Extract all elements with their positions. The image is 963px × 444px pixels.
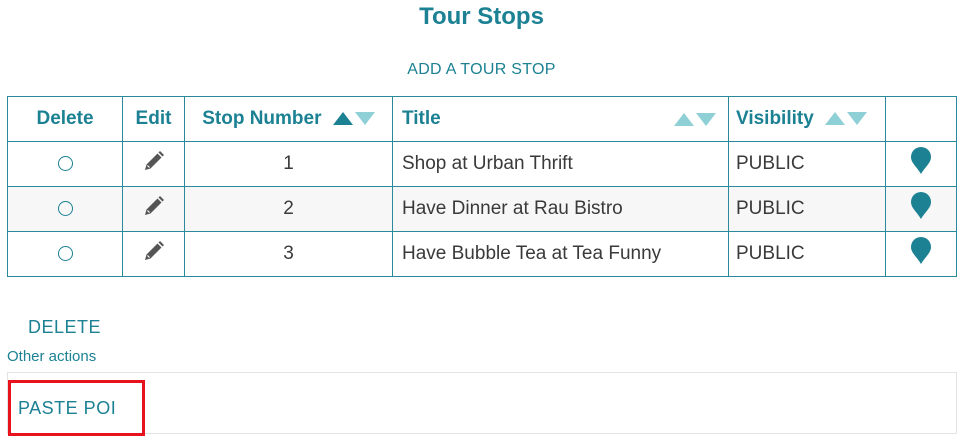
column-header-stop-number[interactable]: Stop Number (184, 96, 393, 142)
edit-cell (122, 186, 185, 232)
page-title: Tour Stops (419, 3, 544, 30)
location-cell (885, 186, 957, 232)
tour-stops-table: Delete Edit Stop Number Title Visibility… (7, 96, 957, 277)
stop-number-cell: 3 (184, 231, 393, 277)
table-header-row: Delete Edit Stop Number Title Visibility (7, 96, 957, 142)
location-cell (885, 231, 957, 277)
pencil-icon[interactable] (142, 194, 166, 224)
map-pin-icon[interactable] (910, 192, 932, 226)
map-pin-icon[interactable] (910, 237, 932, 271)
title-cell: Have Bubble Tea at Tea Funny (392, 231, 729, 277)
stop-number-cell: 1 (184, 141, 393, 187)
column-header-visibility[interactable]: Visibility (728, 96, 886, 142)
column-header-edit: Edit (122, 96, 185, 142)
sort-descending-icon[interactable] (847, 112, 868, 126)
delete-radio[interactable] (57, 201, 73, 217)
column-header-delete: Delete (7, 96, 123, 142)
paste-poi-button[interactable]: PASTE POI (8, 380, 145, 436)
edit-cell (122, 231, 185, 277)
visibility-cell: PUBLIC (728, 186, 886, 232)
sort-descending-icon[interactable] (354, 112, 375, 126)
delete-cell (7, 186, 123, 232)
delete-button[interactable]: DELETE (28, 317, 101, 338)
table-row: 1 Shop at Urban Thrift PUBLIC (7, 141, 957, 187)
column-header-title[interactable]: Title (392, 96, 729, 142)
title-header-label: Title (402, 108, 441, 129)
pencil-icon[interactable] (142, 149, 166, 179)
stop-number-cell: 2 (184, 186, 393, 232)
sort-descending-icon[interactable] (696, 112, 716, 126)
other-actions-panel (7, 372, 957, 434)
sort-ascending-icon[interactable] (825, 112, 846, 126)
visibility-cell: PUBLIC (728, 231, 886, 277)
stop-number-header-label: Stop Number (202, 108, 322, 129)
table-row: 3 Have Bubble Tea at Tea Funny PUBLIC (7, 231, 957, 277)
column-header-location (885, 96, 957, 142)
map-pin-icon[interactable] (910, 147, 932, 181)
visibility-header-label: Visibility (736, 108, 814, 129)
delete-radio[interactable] (57, 246, 73, 262)
sort-arrows-icon[interactable] (674, 112, 716, 126)
pencil-icon[interactable] (142, 239, 166, 269)
table-row: 2 Have Dinner at Rau Bistro PUBLIC (7, 186, 957, 232)
add-tour-stop-link[interactable]: ADD A TOUR STOP (0, 61, 963, 79)
sort-ascending-icon[interactable] (332, 112, 353, 126)
edit-cell (122, 141, 185, 187)
visibility-cell: PUBLIC (728, 141, 886, 187)
title-cell: Shop at Urban Thrift (392, 141, 729, 187)
sort-ascending-icon[interactable] (674, 112, 694, 126)
sort-arrows-icon[interactable] (332, 112, 375, 126)
location-cell (885, 141, 957, 187)
delete-cell (7, 141, 123, 187)
other-actions-label: Other actions (7, 348, 97, 365)
delete-cell (7, 231, 123, 277)
delete-radio[interactable] (57, 156, 73, 172)
title-cell: Have Dinner at Rau Bistro (392, 186, 729, 232)
sort-arrows-icon[interactable] (825, 112, 868, 126)
